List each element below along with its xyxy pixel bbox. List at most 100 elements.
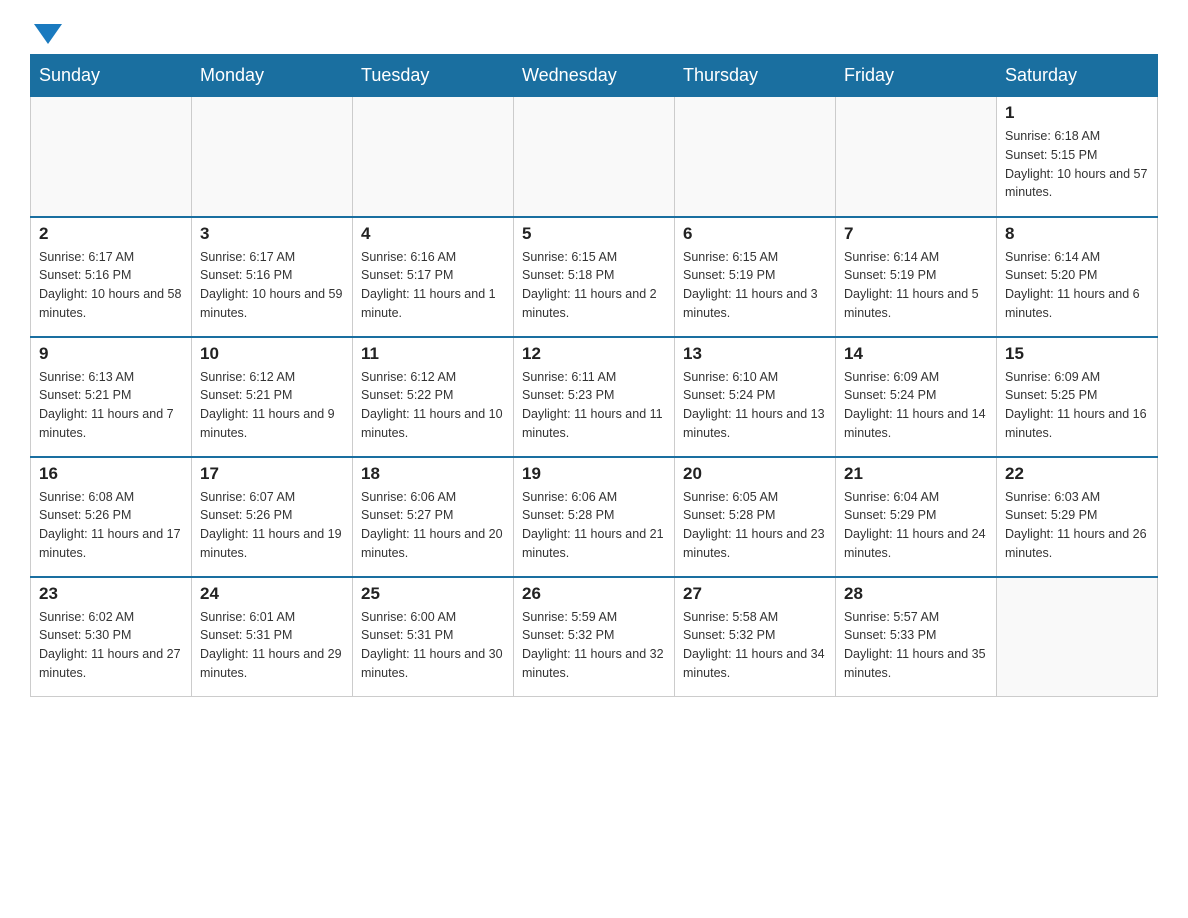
day-info: Sunrise: 6:12 AM Sunset: 5:22 PM Dayligh…	[361, 368, 505, 443]
day-number: 8	[1005, 224, 1149, 244]
day-info: Sunrise: 6:09 AM Sunset: 5:25 PM Dayligh…	[1005, 368, 1149, 443]
day-number: 27	[683, 584, 827, 604]
day-info: Sunrise: 6:17 AM Sunset: 5:16 PM Dayligh…	[39, 248, 183, 323]
logo-arrow-icon	[34, 24, 62, 44]
day-of-week-header: Sunday	[31, 55, 192, 97]
day-number: 10	[200, 344, 344, 364]
calendar-day-cell: 15 Sunrise: 6:09 AM Sunset: 5:25 PM Dayli…	[997, 337, 1158, 457]
logo	[30, 20, 62, 44]
calendar-day-cell: 28 Sunrise: 5:57 AM Sunset: 5:33 PM Dayli…	[836, 577, 997, 697]
day-info: Sunrise: 6:02 AM Sunset: 5:30 PM Dayligh…	[39, 608, 183, 683]
day-number: 24	[200, 584, 344, 604]
calendar-day-cell	[192, 97, 353, 217]
calendar-header-row: SundayMondayTuesdayWednesdayThursdayFrid…	[31, 55, 1158, 97]
day-number: 17	[200, 464, 344, 484]
calendar-day-cell: 3 Sunrise: 6:17 AM Sunset: 5:16 PM Daylig…	[192, 217, 353, 337]
calendar-day-cell	[514, 97, 675, 217]
day-number: 13	[683, 344, 827, 364]
calendar-week-row: 16 Sunrise: 6:08 AM Sunset: 5:26 PM Dayli…	[31, 457, 1158, 577]
day-info: Sunrise: 6:08 AM Sunset: 5:26 PM Dayligh…	[39, 488, 183, 563]
day-number: 28	[844, 584, 988, 604]
calendar-week-row: 1Sunrise: 6:18 AM Sunset: 5:15 PM Daylig…	[31, 97, 1158, 217]
calendar-day-cell: 21 Sunrise: 6:04 AM Sunset: 5:29 PM Dayli…	[836, 457, 997, 577]
day-of-week-header: Friday	[836, 55, 997, 97]
day-number: 9	[39, 344, 183, 364]
calendar-day-cell	[997, 577, 1158, 697]
day-number: 11	[361, 344, 505, 364]
calendar-day-cell: 9 Sunrise: 6:13 AM Sunset: 5:21 PM Daylig…	[31, 337, 192, 457]
day-info: Sunrise: 6:17 AM Sunset: 5:16 PM Dayligh…	[200, 248, 344, 323]
calendar-day-cell: 23 Sunrise: 6:02 AM Sunset: 5:30 PM Dayli…	[31, 577, 192, 697]
day-info: Sunrise: 6:15 AM Sunset: 5:19 PM Dayligh…	[683, 248, 827, 323]
calendar-day-cell: 17 Sunrise: 6:07 AM Sunset: 5:26 PM Dayli…	[192, 457, 353, 577]
day-number: 25	[361, 584, 505, 604]
day-number: 16	[39, 464, 183, 484]
day-info: Sunrise: 5:59 AM Sunset: 5:32 PM Dayligh…	[522, 608, 666, 683]
calendar-day-cell	[31, 97, 192, 217]
day-of-week-header: Saturday	[997, 55, 1158, 97]
day-number: 14	[844, 344, 988, 364]
calendar-day-cell: 26 Sunrise: 5:59 AM Sunset: 5:32 PM Dayli…	[514, 577, 675, 697]
day-number: 12	[522, 344, 666, 364]
day-number: 20	[683, 464, 827, 484]
calendar-day-cell: 27 Sunrise: 5:58 AM Sunset: 5:32 PM Dayli…	[675, 577, 836, 697]
day-number: 18	[361, 464, 505, 484]
calendar-day-cell: 24 Sunrise: 6:01 AM Sunset: 5:31 PM Dayli…	[192, 577, 353, 697]
day-info: Sunrise: 5:58 AM Sunset: 5:32 PM Dayligh…	[683, 608, 827, 683]
day-info: Sunrise: 6:01 AM Sunset: 5:31 PM Dayligh…	[200, 608, 344, 683]
day-of-week-header: Tuesday	[353, 55, 514, 97]
day-number: 7	[844, 224, 988, 244]
calendar-day-cell: 25 Sunrise: 6:00 AM Sunset: 5:31 PM Dayli…	[353, 577, 514, 697]
day-of-week-header: Thursday	[675, 55, 836, 97]
day-info: Sunrise: 6:04 AM Sunset: 5:29 PM Dayligh…	[844, 488, 988, 563]
calendar-table: SundayMondayTuesdayWednesdayThursdayFrid…	[30, 54, 1158, 697]
page-header	[30, 20, 1158, 44]
day-number: 26	[522, 584, 666, 604]
calendar-day-cell: 10Sunrise: 6:12 AM Sunset: 5:21 PM Dayli…	[192, 337, 353, 457]
day-info: Sunrise: 6:06 AM Sunset: 5:28 PM Dayligh…	[522, 488, 666, 563]
calendar-day-cell	[836, 97, 997, 217]
calendar-day-cell	[353, 97, 514, 217]
day-number: 3	[200, 224, 344, 244]
day-number: 23	[39, 584, 183, 604]
calendar-day-cell: 1Sunrise: 6:18 AM Sunset: 5:15 PM Daylig…	[997, 97, 1158, 217]
day-number: 4	[361, 224, 505, 244]
day-info: Sunrise: 6:07 AM Sunset: 5:26 PM Dayligh…	[200, 488, 344, 563]
day-number: 6	[683, 224, 827, 244]
calendar-week-row: 9 Sunrise: 6:13 AM Sunset: 5:21 PM Daylig…	[31, 337, 1158, 457]
day-info: Sunrise: 6:13 AM Sunset: 5:21 PM Dayligh…	[39, 368, 183, 443]
logo-general-text	[30, 20, 62, 44]
day-number: 19	[522, 464, 666, 484]
day-info: Sunrise: 6:14 AM Sunset: 5:19 PM Dayligh…	[844, 248, 988, 323]
day-info: Sunrise: 6:10 AM Sunset: 5:24 PM Dayligh…	[683, 368, 827, 443]
day-of-week-header: Wednesday	[514, 55, 675, 97]
day-info: Sunrise: 6:14 AM Sunset: 5:20 PM Dayligh…	[1005, 248, 1149, 323]
calendar-day-cell: 8 Sunrise: 6:14 AM Sunset: 5:20 PM Daylig…	[997, 217, 1158, 337]
calendar-day-cell: 18 Sunrise: 6:06 AM Sunset: 5:27 PM Dayli…	[353, 457, 514, 577]
day-number: 15	[1005, 344, 1149, 364]
day-info: Sunrise: 5:57 AM Sunset: 5:33 PM Dayligh…	[844, 608, 988, 683]
calendar-week-row: 2 Sunrise: 6:17 AM Sunset: 5:16 PM Daylig…	[31, 217, 1158, 337]
calendar-day-cell: 19 Sunrise: 6:06 AM Sunset: 5:28 PM Dayli…	[514, 457, 675, 577]
day-info: Sunrise: 6:15 AM Sunset: 5:18 PM Dayligh…	[522, 248, 666, 323]
calendar-day-cell	[675, 97, 836, 217]
day-info: Sunrise: 6:09 AM Sunset: 5:24 PM Dayligh…	[844, 368, 988, 443]
day-info: Sunrise: 6:03 AM Sunset: 5:29 PM Dayligh…	[1005, 488, 1149, 563]
calendar-day-cell: 2 Sunrise: 6:17 AM Sunset: 5:16 PM Daylig…	[31, 217, 192, 337]
calendar-day-cell: 11 Sunrise: 6:12 AM Sunset: 5:22 PM Dayli…	[353, 337, 514, 457]
calendar-day-cell: 22Sunrise: 6:03 AM Sunset: 5:29 PM Dayli…	[997, 457, 1158, 577]
calendar-day-cell: 20 Sunrise: 6:05 AM Sunset: 5:28 PM Dayli…	[675, 457, 836, 577]
calendar-week-row: 23 Sunrise: 6:02 AM Sunset: 5:30 PM Dayli…	[31, 577, 1158, 697]
calendar-day-cell: 5 Sunrise: 6:15 AM Sunset: 5:18 PM Daylig…	[514, 217, 675, 337]
day-number: 2	[39, 224, 183, 244]
day-info: Sunrise: 6:16 AM Sunset: 5:17 PM Dayligh…	[361, 248, 505, 323]
calendar-day-cell: 16 Sunrise: 6:08 AM Sunset: 5:26 PM Dayli…	[31, 457, 192, 577]
day-info: Sunrise: 6:00 AM Sunset: 5:31 PM Dayligh…	[361, 608, 505, 683]
day-info: Sunrise: 6:05 AM Sunset: 5:28 PM Dayligh…	[683, 488, 827, 563]
day-number: 21	[844, 464, 988, 484]
day-info: Sunrise: 6:18 AM Sunset: 5:15 PM Dayligh…	[1005, 127, 1149, 202]
day-info: Sunrise: 6:06 AM Sunset: 5:27 PM Dayligh…	[361, 488, 505, 563]
calendar-day-cell: 13 Sunrise: 6:10 AM Sunset: 5:24 PM Dayli…	[675, 337, 836, 457]
calendar-day-cell: 6 Sunrise: 6:15 AM Sunset: 5:19 PM Daylig…	[675, 217, 836, 337]
day-number: 5	[522, 224, 666, 244]
